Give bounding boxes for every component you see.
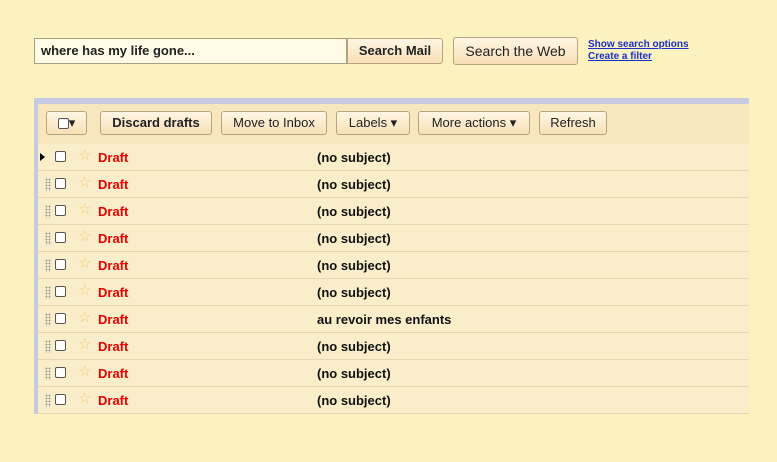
row-checkbox[interactable] (55, 151, 66, 162)
drag-handle-icon[interactable] (45, 205, 51, 218)
search-web-button[interactable]: Search the Web (453, 37, 578, 65)
star-icon[interactable]: ☆ (78, 336, 91, 354)
message-row[interactable]: ☆ Draft (no subject) (38, 198, 749, 225)
row-checkbox[interactable] (55, 313, 66, 324)
search-links: Show search options Create a filter (588, 39, 689, 63)
message-sender: Draft (98, 339, 129, 354)
drag-handle-icon[interactable] (45, 286, 51, 299)
checkbox-icon (57, 118, 69, 130)
message-list: ☆ Draft (no subject) ☆ Draft (no subject… (38, 144, 749, 414)
message-subject: (no subject) (317, 231, 391, 246)
drag-handle-icon[interactable] (45, 340, 51, 353)
drag-handle-icon[interactable] (45, 313, 51, 326)
message-sender: Draft (98, 393, 129, 408)
mail-panel: ▾ Discard drafts Move to Inbox Labels ▾ … (34, 98, 749, 414)
show-search-options-link[interactable]: Show search options (588, 39, 689, 51)
labels-dropdown-button[interactable]: Labels ▾ (336, 111, 410, 135)
message-subject: (no subject) (317, 339, 391, 354)
star-icon[interactable]: ☆ (78, 282, 91, 300)
message-row[interactable]: ☆ Draft (no subject) (38, 252, 749, 279)
message-subject: (no subject) (317, 150, 391, 165)
row-checkbox[interactable] (55, 259, 66, 270)
message-subject: (no subject) (317, 177, 391, 192)
drag-handle-icon[interactable] (45, 394, 51, 407)
message-sender: Draft (98, 258, 129, 273)
message-row[interactable]: ☆ Draft (no subject) (38, 333, 749, 360)
message-row[interactable]: ☆ Draft (no subject) (38, 387, 749, 414)
message-row[interactable]: ☆ Draft (no subject) (38, 279, 749, 306)
message-sender: Draft (98, 150, 129, 165)
move-to-inbox-button[interactable]: Move to Inbox (221, 111, 327, 135)
toolbar: ▾ Discard drafts Move to Inbox Labels ▾ … (38, 104, 749, 145)
message-sender: Draft (98, 231, 129, 246)
star-icon[interactable]: ☆ (78, 228, 91, 246)
message-row[interactable]: ☆ Draft (no subject) (38, 171, 749, 198)
row-checkbox[interactable] (55, 394, 66, 405)
message-row[interactable]: ☆ Draft au revoir mes enfants (38, 306, 749, 333)
message-subject: au revoir mes enfants (317, 312, 452, 327)
search-input[interactable]: where has my life gone... (34, 38, 347, 64)
more-actions-dropdown-button[interactable]: More actions ▾ (418, 111, 530, 135)
row-checkbox[interactable] (55, 340, 66, 351)
row-checkbox[interactable] (55, 178, 66, 189)
star-icon[interactable]: ☆ (78, 201, 91, 219)
message-row[interactable]: ☆ Draft (no subject) (38, 225, 749, 252)
message-sender: Draft (98, 312, 129, 327)
create-filter-link[interactable]: Create a filter (588, 51, 689, 63)
message-subject: (no subject) (317, 366, 391, 381)
discard-drafts-button[interactable]: Discard drafts (100, 111, 212, 135)
star-icon[interactable]: ☆ (78, 390, 91, 408)
message-sender: Draft (98, 204, 129, 219)
message-sender: Draft (98, 285, 129, 300)
message-subject: (no subject) (317, 258, 391, 273)
star-icon[interactable]: ☆ (78, 363, 91, 381)
select-dropdown-button[interactable]: ▾ (46, 111, 87, 135)
message-row[interactable]: ☆ Draft (no subject) (38, 360, 749, 387)
message-sender: Draft (98, 177, 129, 192)
message-subject: (no subject) (317, 204, 391, 219)
dropdown-arrow-icon: ▾ (68, 115, 76, 130)
drag-handle-icon[interactable] (45, 259, 51, 272)
message-row[interactable]: ☆ Draft (no subject) (38, 144, 749, 171)
message-subject: (no subject) (317, 285, 391, 300)
message-sender: Draft (98, 366, 129, 381)
row-pointer-icon (40, 153, 45, 161)
search-mail-button[interactable]: Search Mail (347, 38, 443, 64)
message-subject: (no subject) (317, 393, 391, 408)
row-checkbox[interactable] (55, 286, 66, 297)
row-checkbox[interactable] (55, 367, 66, 378)
star-icon[interactable]: ☆ (78, 255, 91, 273)
drag-handle-icon[interactable] (45, 232, 51, 245)
row-checkbox[interactable] (55, 232, 66, 243)
star-icon[interactable]: ☆ (78, 147, 91, 165)
star-icon[interactable]: ☆ (78, 174, 91, 192)
refresh-button[interactable]: Refresh (539, 111, 607, 135)
drag-handle-icon[interactable] (45, 178, 51, 191)
row-checkbox[interactable] (55, 205, 66, 216)
star-icon[interactable]: ☆ (78, 309, 91, 327)
drag-handle-icon[interactable] (45, 367, 51, 380)
